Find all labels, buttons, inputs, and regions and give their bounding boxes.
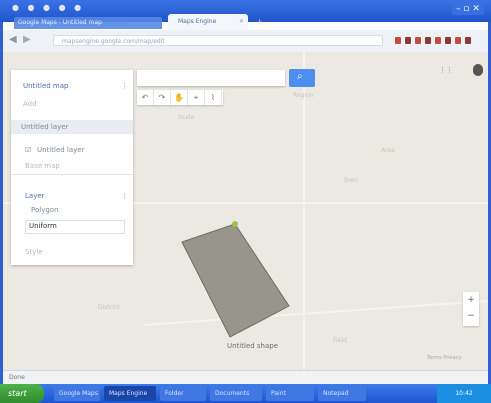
search-icon: ⌕ [297,71,303,82]
layer-name[interactable]: Untitled layer [37,146,84,154]
layer2-title[interactable]: Layer [25,192,45,200]
drawing-toolbar: ↶ ↷ ✋ ⌖ ⌇ [137,90,223,105]
account-avatar[interactable] [473,64,483,76]
status-bar: Done [3,370,488,385]
map-search-input[interactable] [137,70,285,86]
tab-maps-engine[interactable]: Maps Engine ✕ [168,14,248,30]
layer2-item[interactable]: Polygon [31,206,59,214]
zoom-controls: + − [463,292,479,326]
tab-close-icon[interactable]: ✕ [239,14,244,29]
zoom-in-icon[interactable]: + [463,292,479,308]
line-tool-icon[interactable]: ⌇ [205,90,222,105]
extension-icon [435,37,441,44]
tab-label: Maps Engine [178,18,217,25]
hand-tool-icon[interactable]: ✋ [171,90,188,105]
search-button[interactable]: ⌕ [289,69,315,87]
extension-icons[interactable] [395,37,471,44]
style-selector-value: Uniform [29,222,57,230]
taskbar: start Google Maps Maps Engine Folder Doc… [0,384,491,403]
taskbar-item-active[interactable]: Maps Engine [104,386,156,401]
polygon-label: Untitled shape [227,342,279,350]
redo-icon[interactable]: ↷ [154,90,171,105]
drawn-polygon[interactable] [181,223,290,338]
marker-tool-icon[interactable]: ⌖ [188,90,205,105]
taskbar-item[interactable]: Google Maps [54,386,100,401]
window-close-button[interactable]: – ▫ ✕ [452,3,484,15]
map-subtitle: Add [23,100,37,108]
layer2-options-icon[interactable]: ⋮ [121,192,128,200]
extension-icon [455,37,461,44]
taskbar-item[interactable]: Paint [266,386,314,401]
taskbar-item[interactable]: Documents [210,386,262,401]
layer-checkbox-icon[interactable]: ☑ [25,146,31,154]
browser-toolbar: ◀ ▶ mapsengine.google.com/map/edit [3,30,488,53]
start-button[interactable]: start [0,384,44,403]
extension-icon [395,37,401,44]
tab-google-maps[interactable]: Google Maps - Untitled map [14,17,162,29]
system-tray-clock[interactable]: 10:42 [437,384,491,403]
back-arrow-icon[interactable]: ◀ [9,34,17,45]
undo-icon[interactable]: ↶ [137,90,154,105]
taskbar-item[interactable]: Notepad [318,386,366,401]
base-map-label[interactable]: Base map [25,162,60,170]
extension-icon [445,37,451,44]
panel-divider [11,174,133,175]
apps-grid-icon[interactable]: ⋮⋮ [439,66,453,74]
new-tab-icon[interactable]: + [256,18,264,28]
map-canvas[interactable]: Scale Region Area Town District Field Un… [3,52,488,370]
status-text: Done [9,374,25,381]
polygon-vertex-handle[interactable] [232,221,238,227]
layers-panel: Untitled map ⋮ Add Untitled layer ☑ Unti… [11,70,133,265]
taskbar-item[interactable]: Folder [160,386,206,401]
address-text: mapsengine.google.com/map/edit [62,38,165,45]
panel-footer[interactable]: Style [25,248,43,256]
extension-icon [415,37,421,44]
add-layer-label: Untitled layer [21,123,69,131]
address-bar[interactable]: mapsengine.google.com/map/edit [53,35,383,46]
map-footer-links[interactable]: Terms Privacy [427,355,461,361]
app-menu-icons[interactable]: ● ● ● ● ● [12,3,84,12]
extension-icon [425,37,431,44]
map-options-icon[interactable]: ⋮ [121,82,128,90]
extension-icon [465,37,471,44]
map-title[interactable]: Untitled map [23,82,68,90]
forward-arrow-icon[interactable]: ▶ [23,34,31,45]
extension-icon [405,37,411,44]
zoom-out-icon[interactable]: − [463,308,479,324]
